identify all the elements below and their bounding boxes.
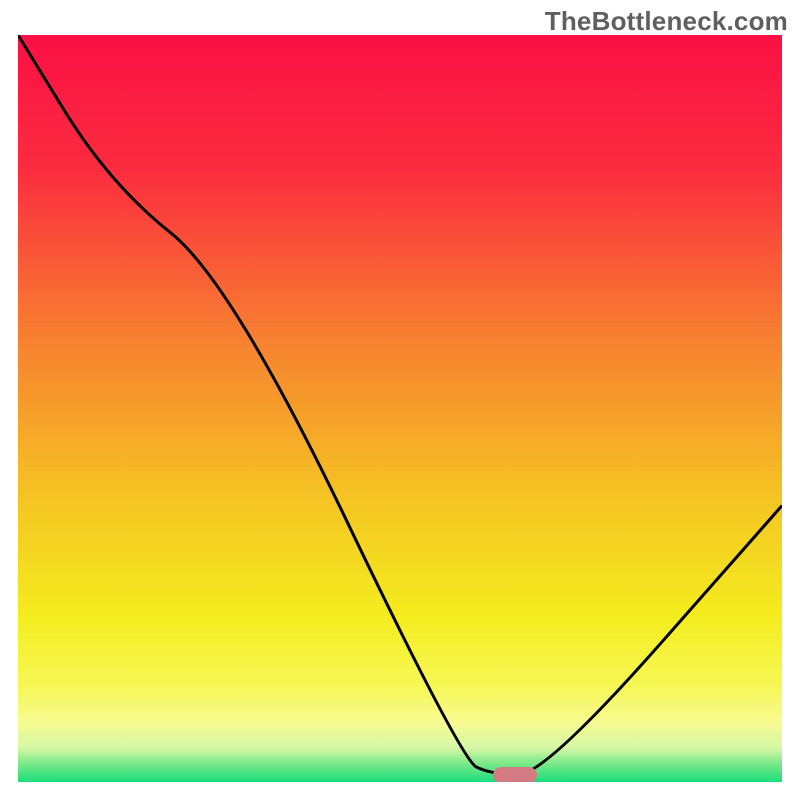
plot-area — [18, 35, 782, 782]
chart-container: TheBottleneck.com — [0, 0, 800, 800]
heat-gradient-background — [18, 35, 782, 782]
watermark-label: TheBottleneck.com — [545, 6, 788, 37]
